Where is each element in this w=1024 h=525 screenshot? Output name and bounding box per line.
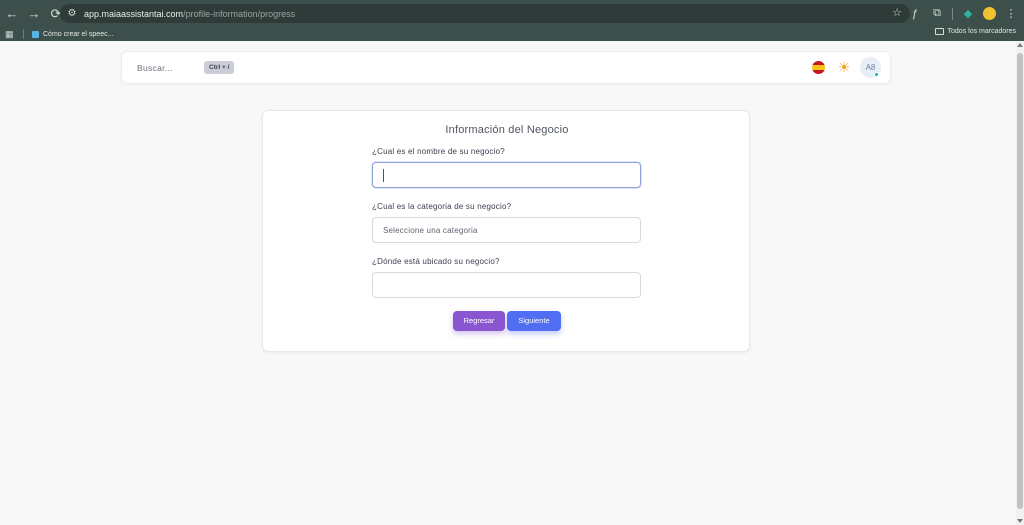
folder-icon — [934, 28, 944, 35]
extension-teal-icon[interactable]: ◆ — [961, 7, 975, 20]
extensions-area: ƒ ⧉ ◆ ⋮ — [908, 4, 1018, 23]
back-button[interactable]: Regresar — [453, 311, 505, 331]
scroll-down-arrow-icon[interactable] — [1017, 519, 1023, 523]
business-name-field[interactable] — [372, 162, 641, 188]
back-arrow-icon[interactable]: ← — [2, 4, 22, 24]
category-selected-value: Seleccione una categoria — [383, 226, 478, 235]
toolbar-divider — [952, 7, 953, 20]
site-info-icon[interactable]: ⚙ — [64, 6, 80, 22]
address-bar[interactable]: ⚙ app.maiaassistantai.com /profile-infor… — [60, 4, 910, 23]
more-menu-icon[interactable]: ⋮ — [1004, 7, 1018, 20]
scroll-thumb[interactable] — [1017, 53, 1023, 509]
bookmarks-divider — [23, 29, 24, 39]
app-header: Buscar... Ctrl + / ☀ A8 — [121, 51, 891, 84]
browser-toolbar: ← → ⟳ ⚙ app.maiaassistantai.com /profile… — [0, 0, 1024, 27]
business-category-select[interactable]: Seleccione una categoria — [372, 217, 641, 243]
profile-avatar-icon[interactable] — [983, 7, 996, 20]
business-info-card: Información del Negocio ¿Cual es el nomb… — [262, 110, 750, 352]
business-name-input[interactable] — [373, 163, 640, 187]
puzzle-icon[interactable]: ⧉ — [930, 7, 944, 20]
extension-icon[interactable]: ƒ — [908, 8, 922, 20]
all-bookmarks-button[interactable]: Todos los marcadores — [934, 28, 1016, 35]
business-name-label: ¿Cual es el nombre de su negocio? — [372, 147, 505, 156]
next-button[interactable]: Siguiente — [507, 311, 561, 331]
all-bookmarks-label: Todos los marcadores — [947, 28, 1016, 35]
text-caret — [383, 169, 384, 182]
online-status-dot — [874, 72, 879, 77]
apps-grid-icon[interactable]: ▦ — [5, 29, 15, 40]
business-location-field[interactable] — [372, 272, 641, 298]
bookmark-item[interactable]: Cómo crear el speec... — [32, 30, 114, 38]
search-trigger[interactable]: Buscar... — [137, 63, 173, 73]
bookmark-label: Cómo crear el speec... — [43, 30, 114, 38]
page-scrollbar[interactable] — [1016, 41, 1024, 525]
scroll-up-arrow-icon[interactable] — [1017, 43, 1023, 47]
url-path: /profile-information/progress — [183, 8, 296, 19]
business-location-input[interactable] — [373, 273, 640, 297]
business-category-label: ¿Cual es la categoria de su negocio? — [372, 202, 512, 211]
bookmarks-bar: ▦ Cómo crear el speec... Todos los marca… — [0, 27, 1024, 41]
sun-icon[interactable]: ☀ — [836, 59, 852, 75]
spain-flag-icon[interactable] — [812, 61, 825, 74]
bookmark-star-icon[interactable]: ☆ — [892, 6, 902, 19]
url-domain: app.maiaassistantai.com — [84, 8, 184, 19]
page-title: Información del Negocio — [445, 124, 569, 136]
bookmark-favicon-icon — [32, 30, 39, 38]
business-location-label: ¿Dónde está ubicado su negocio? — [372, 257, 500, 266]
forward-arrow-icon[interactable]: → — [24, 4, 44, 24]
search-shortcut-badge: Ctrl + / — [204, 61, 235, 74]
